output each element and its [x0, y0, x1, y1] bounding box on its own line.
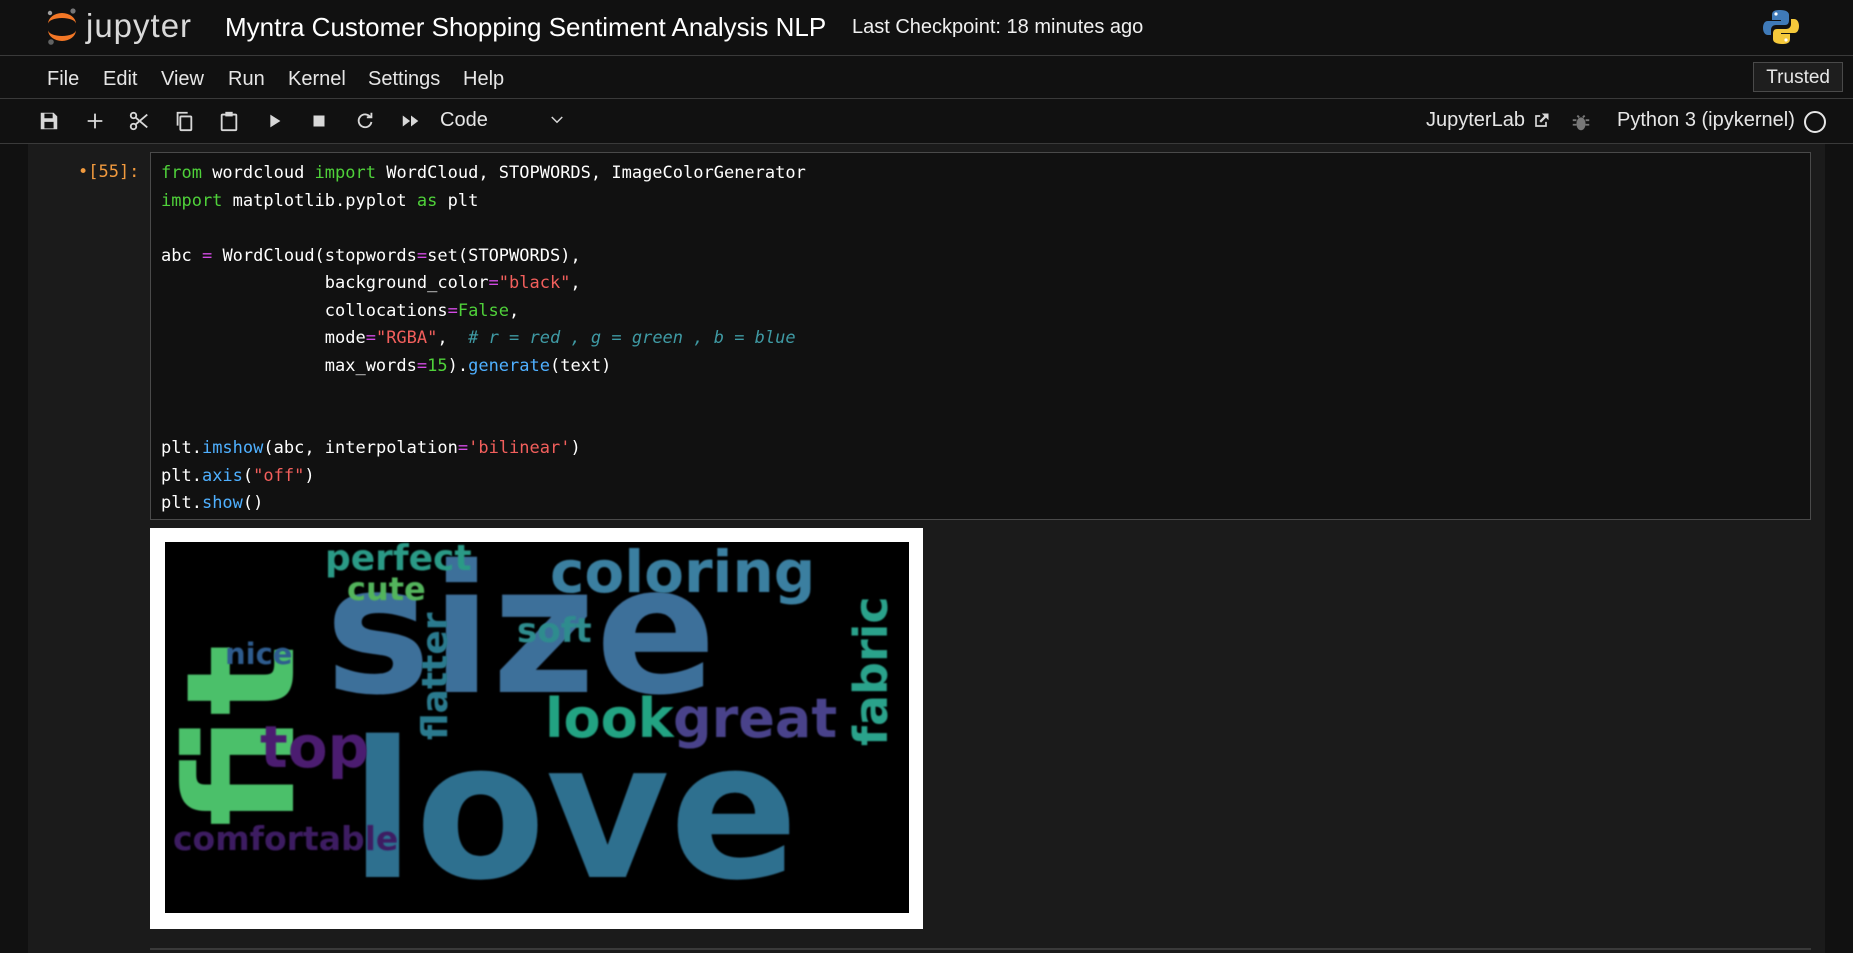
code-line-7: mode="RGBA", # r = red , g = green , b =…	[161, 328, 796, 348]
wordcloud-image: size love fit coloring perfect fabric cu…	[165, 542, 909, 913]
save-icon	[40, 112, 58, 130]
paste-icon	[220, 111, 238, 132]
debugger-bug-icon[interactable]	[1570, 111, 1592, 133]
restart-button[interactable]	[350, 107, 380, 135]
menu-edit[interactable]: Edit	[103, 68, 137, 91]
wordcloud-canvas: size love fit coloring perfect fabric cu…	[165, 542, 898, 913]
trusted-indicator[interactable]: Trusted	[1753, 62, 1843, 92]
menu-file[interactable]: File	[47, 68, 79, 91]
menu-settings[interactable]: Settings	[368, 68, 440, 91]
word-look: look	[545, 687, 675, 750]
jupyterlab-label: JupyterLab	[1426, 109, 1525, 131]
code-line-8: max_words=15).generate(text)	[161, 355, 612, 376]
menu-kernel[interactable]: Kernel	[288, 68, 346, 91]
stop-icon	[313, 115, 325, 127]
run-icon	[270, 114, 281, 128]
stop-button[interactable]	[304, 107, 334, 135]
menu-help[interactable]: Help	[463, 68, 504, 91]
external-link-icon	[1535, 113, 1549, 127]
chevron-down-icon	[551, 116, 563, 124]
word-soft: soft	[517, 611, 592, 651]
jupyter-logo[interactable]: jupyter	[44, 4, 192, 48]
fast-forward-icon	[402, 115, 419, 127]
cell-type-value: Code	[440, 109, 488, 131]
menu-bar: File Edit View Run Kernel Settings Help …	[0, 56, 1853, 99]
code-line-12: plt.axis("off")	[161, 465, 315, 486]
run-button[interactable]	[259, 107, 289, 135]
word-great: great	[673, 687, 837, 750]
run-all-button[interactable]	[396, 107, 426, 135]
word-cute: cute	[347, 570, 426, 608]
code-cell-editor[interactable]: from wordcloud import WordCloud, STOPWOR…	[150, 152, 1811, 520]
notebook-toolbar: Code JupyterLab Python 3 (ipykernel)	[0, 99, 1853, 144]
python-logo-icon	[1763, 10, 1799, 44]
word-coloring: coloring	[550, 542, 815, 606]
jupyter-orbit-icon	[47, 8, 76, 45]
kernel-name[interactable]: Python 3 (ipykernel)	[1617, 109, 1795, 132]
code-line-1: from wordcloud import WordCloud, STOPWOR…	[161, 163, 806, 183]
kernel-status-icon	[1804, 111, 1826, 133]
code-line-11: plt.imshow(abc, interpolation='bilinear'…	[161, 438, 581, 458]
top-header: jupyter Myntra Customer Shopping Sentime…	[0, 0, 1853, 56]
notebook-title[interactable]: Myntra Customer Shopping Sentiment Analy…	[225, 12, 826, 43]
code-content[interactable]: from wordcloud import WordCloud, STOPWOR…	[161, 160, 806, 518]
copy-icon	[176, 111, 193, 132]
menu-run[interactable]: Run	[228, 68, 265, 91]
word-flatter: flatter	[415, 612, 456, 740]
last-checkpoint: Last Checkpoint: 18 minutes ago	[852, 16, 1144, 38]
code-line-5: background_color="black",	[161, 273, 581, 293]
jupyter-logo-text: jupyter	[86, 7, 193, 44]
add-cell-button[interactable]	[80, 107, 110, 135]
code-line-2: import matplotlib.pyplot as plt	[161, 190, 479, 211]
cut-button[interactable]	[124, 107, 154, 135]
cell-type-select[interactable]: Code	[440, 109, 570, 135]
cell-execution-prompt: •[55]:	[78, 162, 140, 182]
menu-view[interactable]: View	[161, 68, 204, 91]
cell-output-image: size love fit coloring perfect fabric cu…	[150, 528, 923, 929]
save-button[interactable]	[34, 107, 64, 135]
code-line-4: abc = WordCloud(stopwords=set(STOPWORDS)…	[161, 245, 581, 266]
code-line-6: collocations=False,	[161, 300, 520, 321]
word-fabric: fabric	[844, 596, 898, 746]
word-top: top	[260, 713, 369, 781]
word-nice: nice	[225, 637, 292, 671]
copy-button[interactable]	[169, 107, 199, 135]
paste-button[interactable]	[214, 107, 244, 135]
add-cell-icon	[87, 113, 103, 129]
open-jupyterlab-link[interactable]: JupyterLab	[1426, 109, 1551, 132]
word-comfortable: comfortable	[173, 819, 398, 858]
next-cell-border	[150, 948, 1811, 950]
code-line-13: plt.show()	[161, 493, 264, 513]
restart-icon	[357, 112, 373, 129]
cut-icon	[129, 111, 148, 131]
